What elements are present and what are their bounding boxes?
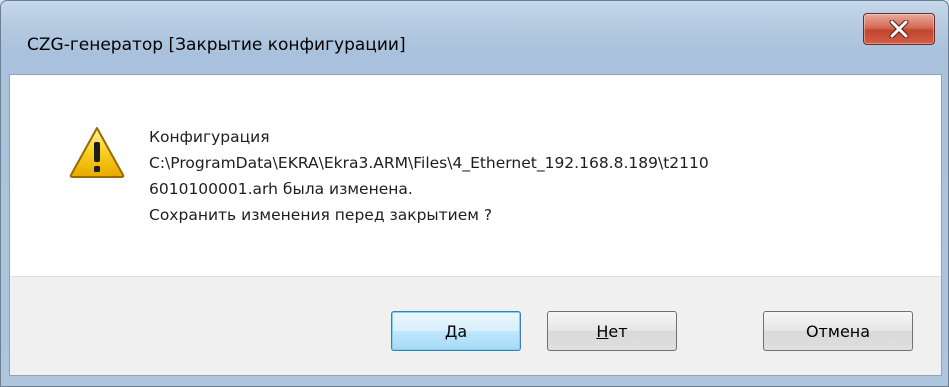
close-icon	[889, 20, 909, 38]
message-line: 6010100001.arh была изменена.	[149, 180, 413, 198]
message-line: Сохранить изменения перед закрытием ?	[149, 206, 493, 224]
dialog-body: Конфигурация C:\ProgramData\EKRA\Ekra3.A…	[9, 74, 942, 376]
dialog-window: CZG-генератор [Закрытие конфигурации] Ко…	[0, 0, 949, 387]
message-line: C:\ProgramData\EKRA\Ekra3.ARM\Files\4_Et…	[149, 154, 709, 172]
no-button-mnemonic: Н	[596, 321, 609, 341]
no-button[interactable]: Нет	[547, 311, 677, 351]
no-button-label: ет	[608, 321, 628, 341]
message-text: Конфигурация C:\ProgramData\EKRA\Ekra3.A…	[149, 124, 709, 228]
warning-icon	[69, 127, 125, 178]
button-bar: Да Нет Отмена	[10, 276, 941, 375]
yes-button[interactable]: Да	[391, 311, 521, 351]
message-line: Конфигурация	[149, 128, 270, 146]
close-button[interactable]	[863, 13, 935, 45]
window-title: CZG-генератор [Закрытие конфигурации]	[27, 35, 406, 55]
cancel-button[interactable]: Отмена	[763, 311, 913, 351]
